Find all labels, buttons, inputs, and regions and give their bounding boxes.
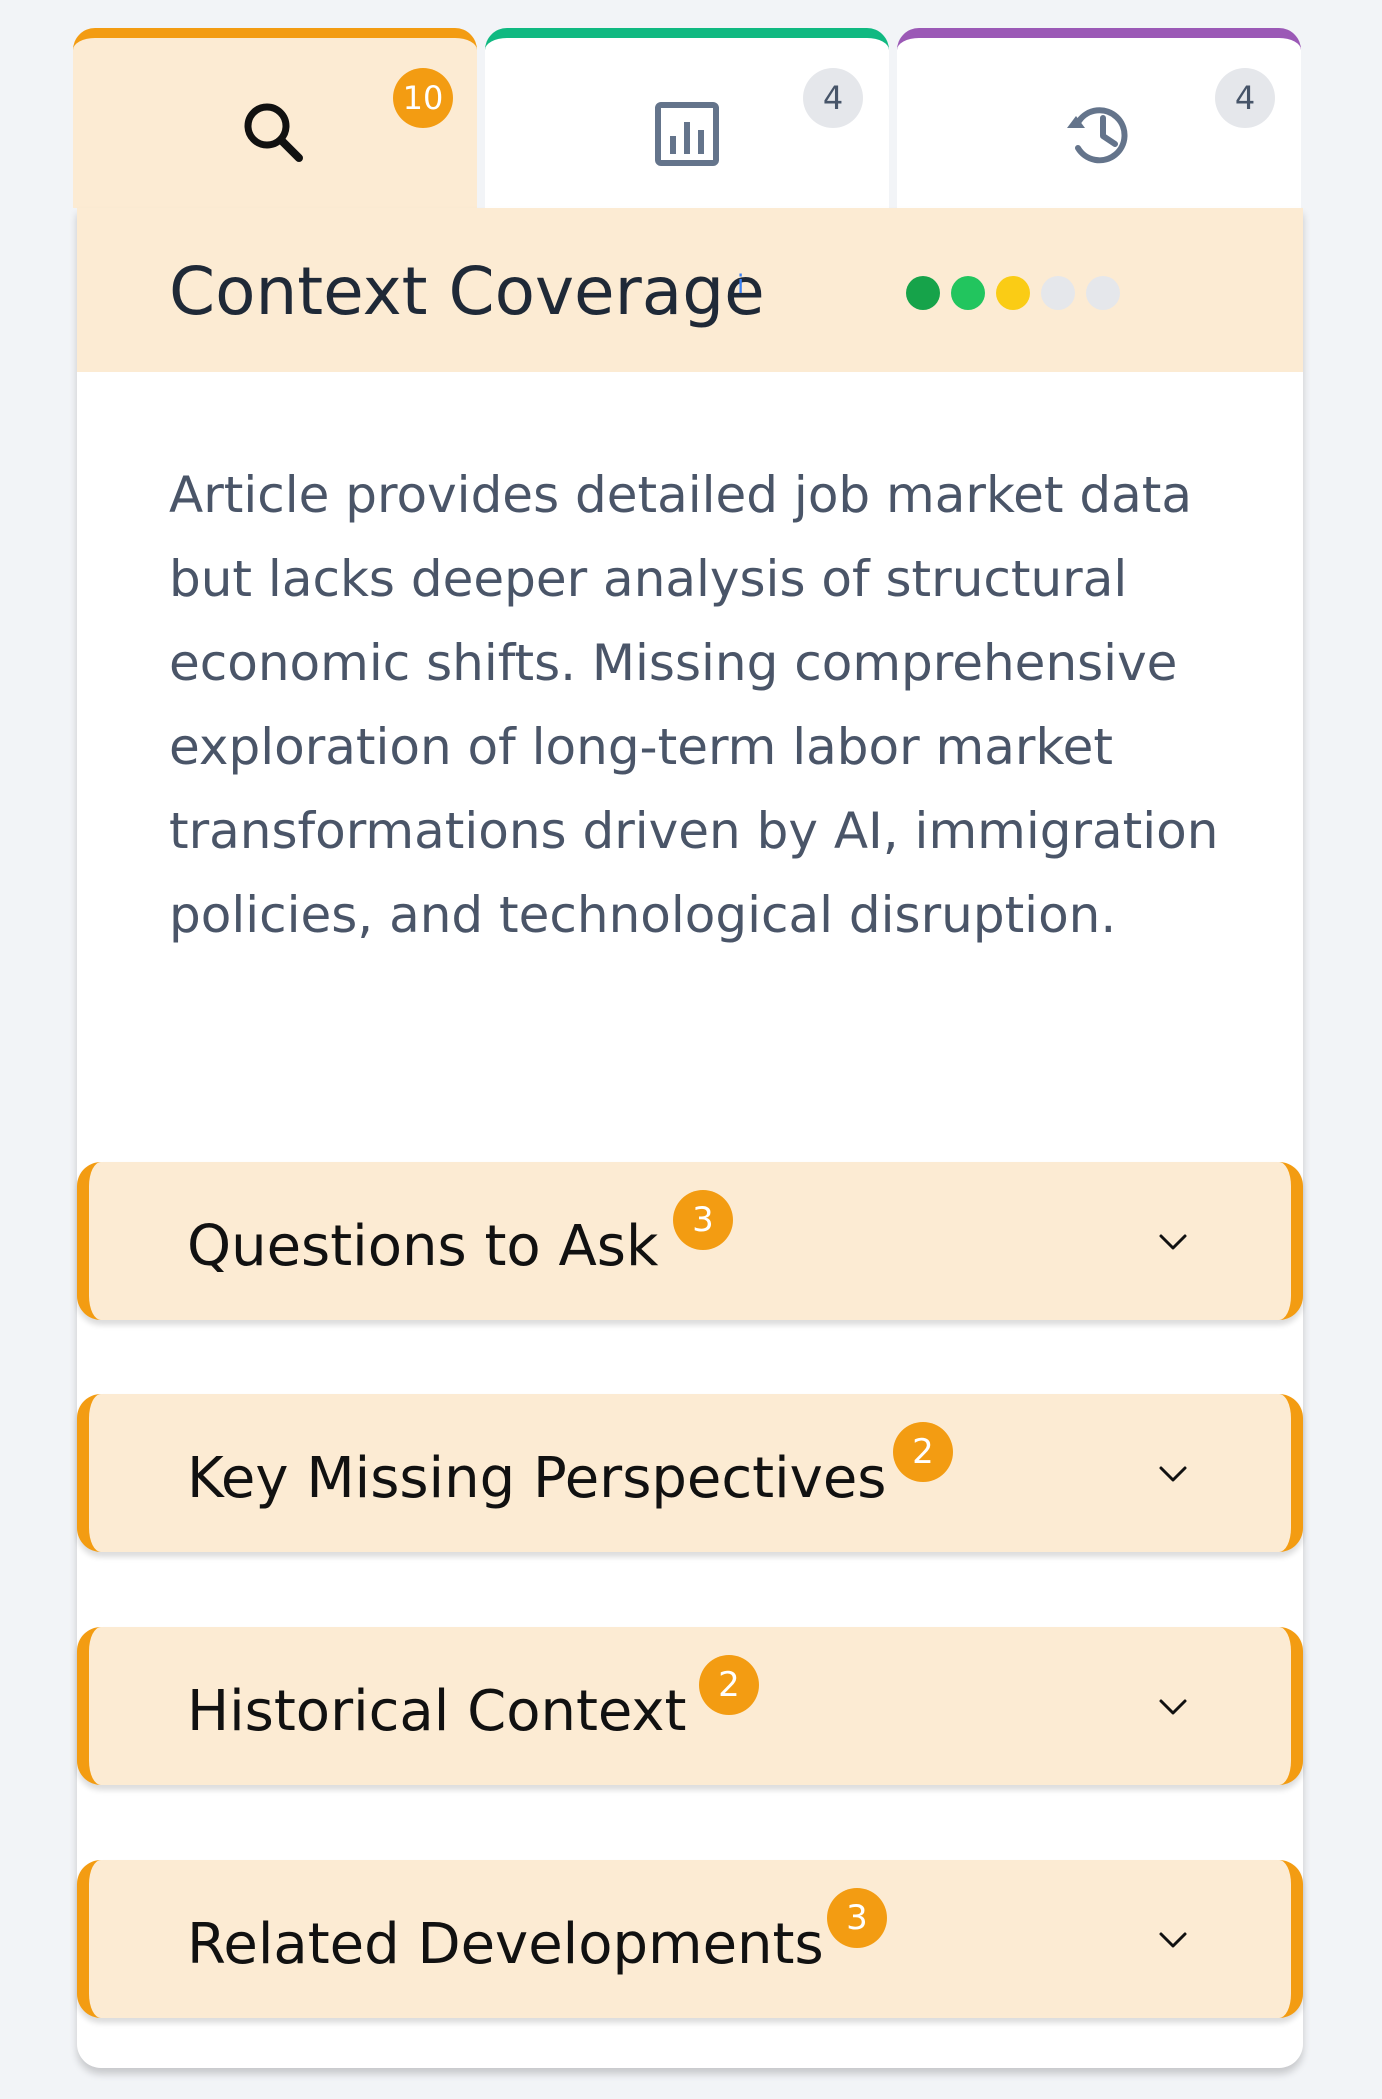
section-historical-context[interactable]: Historical Context 2: [77, 1627, 1303, 1785]
section-key-missing-perspectives[interactable]: Key Missing Perspectives 2: [77, 1394, 1303, 1552]
page-title: Context Coverage: [169, 253, 765, 330]
rating-dot: [996, 276, 1030, 310]
history-icon: [1057, 92, 1141, 176]
section-related-developments[interactable]: Related Developments 3: [77, 1860, 1303, 2018]
tab-bar: 10 4 4: [73, 28, 1307, 208]
tab-content: Context Coverage i Article provides deta…: [77, 208, 1303, 2068]
context-panel: 10 4 4 Context Coverage i Article provid…: [73, 28, 1307, 2068]
coverage-header: Context Coverage i: [77, 208, 1303, 372]
section-title: Questions to Ask: [187, 1214, 659, 1279]
tab-history[interactable]: 4: [897, 28, 1301, 208]
section-count-badge: 2: [893, 1422, 953, 1482]
section-count-badge: 3: [673, 1190, 733, 1250]
section-count-badge: 3: [827, 1888, 887, 1948]
section-questions-to-ask[interactable]: Questions to Ask 3: [77, 1162, 1303, 1320]
chevron-down-icon[interactable]: [1155, 1922, 1191, 1958]
search-icon: [233, 92, 317, 176]
rating-dot: [906, 276, 940, 310]
tab-count-badge: 4: [1215, 68, 1275, 128]
chevron-down-icon[interactable]: [1155, 1456, 1191, 1492]
bar-chart-icon: [645, 92, 729, 176]
chevron-down-icon[interactable]: [1155, 1224, 1191, 1260]
coverage-description: Article provides detailed job market dat…: [169, 466, 1219, 944]
section-title: Related Developments: [187, 1912, 824, 1977]
info-icon[interactable]: i: [737, 270, 744, 300]
tab-count-badge: 4: [803, 68, 863, 128]
section-title: Historical Context: [187, 1679, 687, 1744]
rating-dot: [1086, 276, 1120, 310]
section-title: Key Missing Perspectives: [187, 1446, 887, 1511]
section-count-badge: 2: [699, 1655, 759, 1715]
chevron-down-icon[interactable]: [1155, 1689, 1191, 1725]
tab-analytics[interactable]: 4: [485, 28, 889, 208]
rating-dot: [1041, 276, 1075, 310]
rating-dot: [951, 276, 985, 310]
tab-search[interactable]: 10: [73, 28, 477, 208]
tab-count-badge: 10: [393, 68, 453, 128]
